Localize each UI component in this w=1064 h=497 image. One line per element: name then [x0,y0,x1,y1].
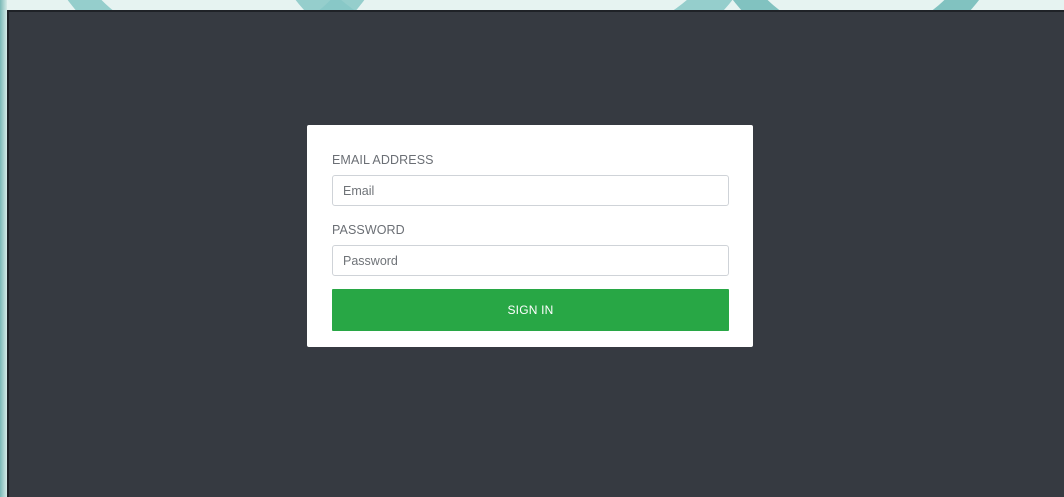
password-label: PASSWORD [332,223,405,237]
email-input[interactable] [332,175,729,206]
left-edge-decoration [0,0,7,497]
password-input[interactable] [332,245,729,276]
login-card: EMAIL ADDRESS PASSWORD SIGN IN [307,125,753,347]
sign-in-button[interactable]: SIGN IN [332,289,729,331]
email-field-group: EMAIL ADDRESS [332,153,729,206]
password-field-group: PASSWORD [332,223,729,276]
email-label: EMAIL ADDRESS [332,153,434,167]
